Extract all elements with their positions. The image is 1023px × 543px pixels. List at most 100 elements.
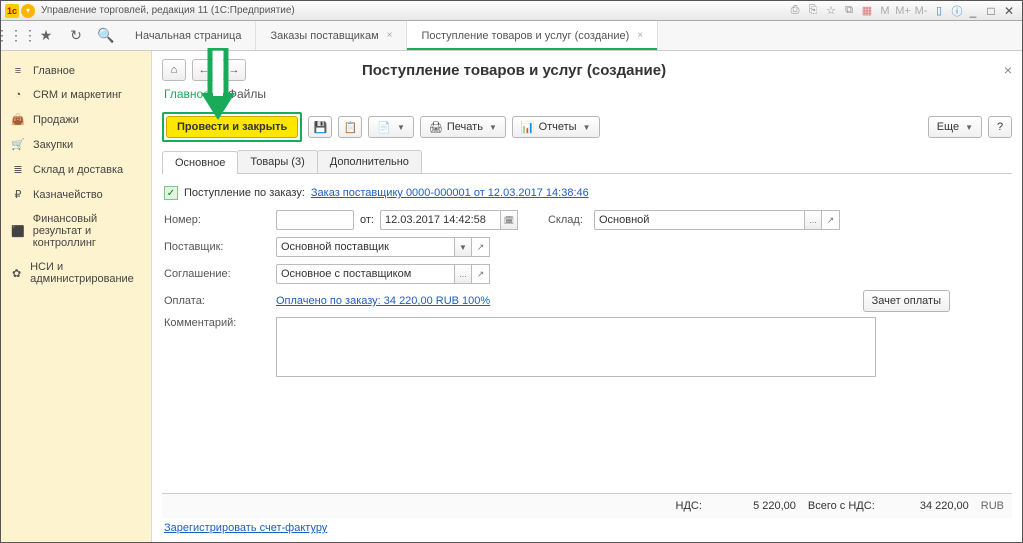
window-quick-icons: ⎙ ⎘ ☆ ⧉ ▦ M M+ M- ▯ ⓘ (788, 4, 964, 18)
form-body: ✓ Поступление по заказу: Заказ поставщик… (162, 174, 1012, 390)
header-tab-files[interactable]: Файлы (228, 87, 266, 104)
stack-icon: ≣ (11, 163, 25, 176)
tab-close-icon[interactable]: × (387, 30, 393, 41)
sidebar-item-sales[interactable]: 👜Продажи (1, 107, 151, 132)
order-check-label: Поступление по заказу: (184, 187, 305, 199)
warehouse-ellipsis-icon[interactable]: … (804, 210, 822, 230)
number-input[interactable] (276, 210, 354, 230)
date-input[interactable]: 12.03.2017 14:42:58 (380, 210, 500, 230)
register-invoice-row: Зарегистрировать счет-фактуру (162, 518, 1012, 534)
qa-m2-icon[interactable]: M+ (896, 4, 910, 18)
qa-link-icon[interactable]: ⎘ (806, 4, 820, 18)
app-logo-icon: 1c (5, 4, 19, 18)
qa-watch-icon[interactable]: ▯ (932, 4, 946, 18)
section-panel: ≡Главное ◔CRM и маркетинг 👜Продажи 🛒Заку… (1, 51, 151, 542)
sidebar-item-warehouse[interactable]: ≣Склад и доставка (1, 157, 151, 182)
tab-orders[interactable]: Заказы поставщикам× (256, 21, 407, 50)
date-picker-icon[interactable]: 🗓 (500, 210, 518, 230)
tab-close-icon[interactable]: × (637, 30, 643, 41)
sidebar-item-purchases[interactable]: 🛒Закупки (1, 132, 151, 157)
gear-icon: ✿ (11, 267, 22, 280)
search-icon[interactable]: 🔍 (91, 21, 121, 50)
window-minimize[interactable]: _ (964, 4, 982, 18)
order-checkbox[interactable]: ✓ (164, 186, 178, 200)
help-button[interactable]: ? (988, 116, 1012, 138)
window-close[interactable]: ✕ (1000, 4, 1018, 18)
form-content: ⌂ ← → Поступление товаров и услуг (созда… (151, 51, 1022, 542)
register-invoice-link[interactable]: Зарегистрировать счет-фактуру (164, 522, 327, 534)
qa-m3-icon[interactable]: M- (914, 4, 928, 18)
agreement-ellipsis-icon[interactable]: … (454, 264, 472, 284)
warehouse-open-icon[interactable]: ↗ (822, 210, 840, 230)
warehouse-label: Склад: (548, 214, 594, 226)
sidebar-item-nsi[interactable]: ✿НСИ и администрирование (1, 255, 151, 291)
nds-label: НДС: (676, 500, 702, 512)
post-button[interactable]: 📋 (338, 116, 362, 138)
nav-home-icon[interactable]: ⌂ (162, 59, 186, 81)
nds-value: 5 220,00 (710, 500, 800, 512)
more-button[interactable]: Еще▼ (928, 116, 982, 138)
app-menu-icon[interactable]: ▾ (21, 4, 35, 18)
form-tabs: Основное Товары (3) Дополнительно (162, 150, 1012, 174)
agreement-open-icon[interactable]: ↗ (472, 264, 490, 284)
total-label: Всего с НДС: (808, 500, 875, 512)
window-title-bar: 1c ▾ Управление торговлей, редакция 11 (… (1, 1, 1022, 21)
apps-icon[interactable]: ⋮⋮⋮ (1, 21, 31, 50)
cart-icon: 🛒 (11, 138, 25, 151)
currency-label: RUB (981, 500, 1004, 512)
save-button[interactable]: 💾 (308, 116, 332, 138)
comment-textarea[interactable] (276, 317, 876, 377)
supplier-input[interactable]: Основной поставщик (276, 237, 454, 257)
history-icon[interactable]: ↻ (61, 21, 91, 50)
tab-home[interactable]: Начальная страница (121, 21, 256, 50)
create-based-button[interactable]: 📄▼ (368, 116, 414, 138)
form-tab-extra[interactable]: Дополнительно (317, 150, 422, 173)
print-icon: 🖨 (429, 121, 443, 134)
supplier-dropdown-icon[interactable]: ▼ (454, 237, 472, 257)
sidebar-item-main[interactable]: ≡Главное (1, 59, 151, 83)
qa-calc-icon[interactable]: ⧉ (842, 4, 856, 18)
form-tab-main[interactable]: Основное (162, 151, 238, 174)
order-link[interactable]: Заказ поставщику 0000-000001 от 12.03.20… (311, 187, 589, 199)
qa-fav-icon[interactable]: ☆ (824, 4, 838, 18)
print-button[interactable]: 🖨Печать▼ (420, 116, 506, 138)
post-and-close-button[interactable]: Провести и закрыть (166, 116, 298, 138)
favorite-icon[interactable]: ★ (31, 21, 61, 50)
qa-info-icon[interactable]: ⓘ (950, 4, 964, 18)
ruble-icon: ₽ (11, 188, 25, 201)
sidebar-item-treasury[interactable]: ₽Казначейство (1, 182, 151, 207)
nav-fwd-icon[interactable]: → (222, 59, 246, 81)
agreement-label: Соглашение: (164, 268, 276, 280)
row-order: ✓ Поступление по заказу: Заказ поставщик… (164, 182, 1010, 204)
supplier-open-icon[interactable]: ↗ (472, 237, 490, 257)
open-tabs: Начальная страница Заказы поставщикам× П… (121, 21, 658, 50)
row-agreement: Соглашение: Основное с поставщиком … ↗ (164, 263, 1010, 285)
form-tab-goods[interactable]: Товары (3) (237, 150, 317, 173)
row-payment: Оплата: Оплачено по заказу: 34 220,00 RU… (164, 290, 1010, 312)
page-title: Поступление товаров и услуг (создание) (362, 62, 666, 79)
supplier-label: Поставщик: (164, 241, 276, 253)
window-maximize[interactable]: □ (982, 4, 1000, 18)
command-bar: Провести и закрыть 💾 📋 📄▼ 🖨Печать▼ 📊Отче… (162, 112, 1012, 142)
offset-payment-button[interactable]: Зачет оплаты (863, 290, 950, 312)
report-icon: 📊 (521, 121, 535, 134)
sidebar-item-finance[interactable]: ⬛Финансовый результат и контроллинг (1, 207, 151, 255)
list-icon: ≡ (11, 65, 25, 77)
sidebar-item-crm[interactable]: ◔CRM и маркетинг (1, 83, 151, 107)
bars-icon: ⬛ (11, 225, 25, 238)
nav-back-icon[interactable]: ← (192, 59, 216, 81)
bag-icon: 👜 (11, 113, 25, 126)
qa-m1-icon[interactable]: M (878, 4, 892, 18)
agreement-input[interactable]: Основное с поставщиком (276, 264, 454, 284)
qa-cal-icon[interactable]: ▦ (860, 4, 874, 18)
tab-receipt[interactable]: Поступление товаров и услуг (создание)× (407, 21, 658, 50)
header-tab-main[interactable]: Главное (164, 87, 210, 104)
warehouse-input[interactable]: Основной (594, 210, 804, 230)
form-header-tabs: Главное Файлы (162, 87, 1012, 104)
payment-link[interactable]: Оплачено по заказу: 34 220,00 RUB 100% (276, 295, 490, 307)
form-close-icon[interactable]: × (1004, 62, 1012, 78)
qa-print-icon[interactable]: ⎙ (788, 4, 802, 18)
top-toolbar: ⋮⋮⋮ ★ ↻ 🔍 Начальная страница Заказы пост… (1, 21, 1022, 51)
doc-icon: 📄 (377, 121, 391, 134)
reports-button[interactable]: 📊Отчеты▼ (512, 116, 600, 138)
